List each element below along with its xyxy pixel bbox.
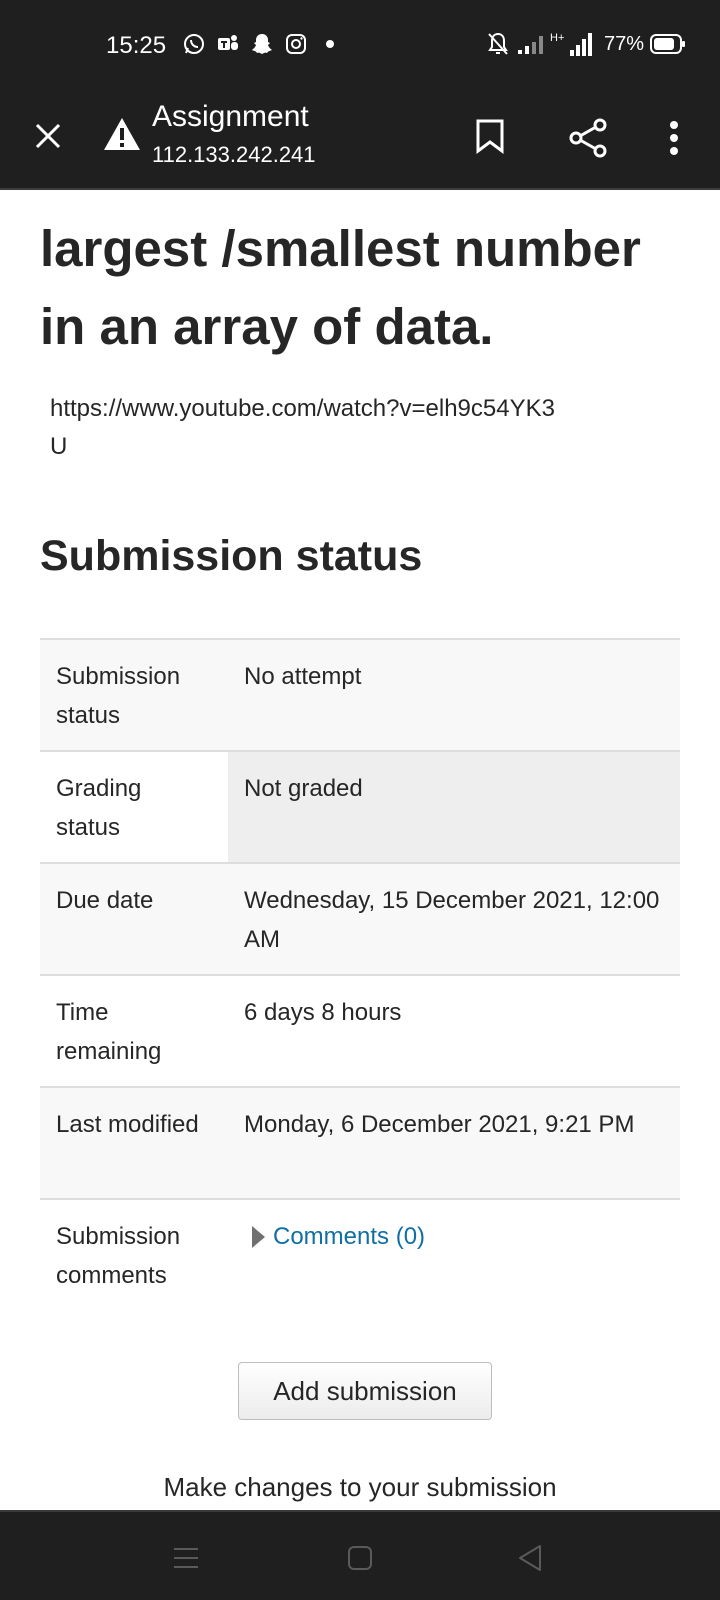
add-submission-button[interactable]: Add submission	[238, 1362, 492, 1420]
submission-status-table: Submission status No attempt Grading sta…	[40, 638, 680, 1311]
assignment-heading: largest /smallest number in an array of …	[40, 220, 641, 355]
row-label-time-remaining: Time remaining	[40, 975, 228, 1087]
row-value-submission-status: No attempt	[228, 639, 680, 751]
back-triangle-icon	[519, 1545, 541, 1571]
notification-icons	[182, 32, 342, 56]
more-options-button[interactable]	[654, 112, 694, 164]
table-row: Submission status No attempt	[40, 639, 680, 751]
mute-bell-icon	[488, 32, 508, 55]
home-square-icon	[348, 1546, 372, 1570]
signal-weak-icon	[518, 36, 543, 54]
status-time: 15:25	[106, 32, 167, 59]
instagram-icon	[286, 34, 306, 54]
row-label-submission-comments: Submission comments	[40, 1199, 228, 1311]
page-url[interactable]: 112.133.242.241	[152, 142, 316, 168]
bookmark-icon	[476, 119, 504, 154]
make-changes-text: Make changes to your submission	[163, 1472, 557, 1502]
share-icon	[569, 118, 607, 158]
row-value-last-modified: Monday, 6 December 2021, 9:21 PM	[228, 1087, 680, 1199]
youtube-link-text: https://www.youtube.com/watch?v=elh9c54Y…	[50, 395, 555, 460]
table-row: Grading status Not graded	[40, 751, 680, 863]
system-navigation-bar	[0, 1510, 720, 1600]
more-vertical-icon	[670, 121, 678, 155]
more-notifications-dot-icon	[326, 40, 334, 48]
connection-warning-button[interactable]	[102, 114, 142, 154]
battery-icon	[650, 34, 686, 54]
submission-status-title: Submission status	[40, 532, 423, 580]
row-label-last-modified: Last modified	[40, 1087, 228, 1199]
row-label-submission-status: Submission status	[40, 639, 228, 751]
recent-apps-button[interactable]	[162, 1534, 210, 1582]
warning-triangle-icon	[104, 118, 140, 150]
battery-percent: 77%	[604, 32, 645, 55]
table-row: Submission comments Comments (0)	[40, 1199, 680, 1311]
system-status-icons: H+ 77%	[486, 30, 686, 58]
bookmark-button[interactable]	[466, 112, 514, 160]
row-value-submission-comments: Comments (0)	[228, 1199, 680, 1311]
row-value-due-date: Wednesday, 15 December 2021, 12:00 AM	[228, 863, 680, 975]
network-type-label: H+	[550, 32, 564, 44]
close-tab-button[interactable]	[24, 112, 72, 160]
browser-toolbar: Assignment 112.133.242.241	[0, 92, 720, 190]
page-content: largest /smallest number in an array of …	[0, 192, 720, 1510]
snapchat-icon	[252, 34, 272, 54]
back-button[interactable]	[506, 1534, 554, 1582]
row-value-grading-status: Not graded	[228, 751, 680, 863]
table-row: Last modified Monday, 6 December 2021, 9…	[40, 1087, 680, 1199]
table-row: Due date Wednesday, 15 December 2021, 12…	[40, 863, 680, 975]
row-value-time-remaining: 6 days 8 hours	[228, 975, 680, 1087]
comments-toggle-link[interactable]: Comments (0)	[252, 1217, 425, 1256]
comments-link-label: Comments (0)	[273, 1223, 426, 1250]
row-label-grading-status: Grading status	[40, 751, 228, 863]
signal-hplus-icon: H+	[550, 32, 592, 56]
row-label-due-date: Due date	[40, 863, 228, 975]
share-button[interactable]	[562, 112, 614, 164]
whatsapp-icon	[184, 34, 204, 54]
status-bar: 15:25 H+ 77%	[0, 0, 720, 92]
recent-apps-icon	[174, 1548, 198, 1568]
close-icon	[35, 123, 61, 149]
teams-icon	[218, 35, 238, 50]
page-title: Assignment	[152, 100, 309, 133]
expand-triangle-icon	[252, 1225, 265, 1248]
home-button[interactable]	[336, 1534, 384, 1582]
table-row: Time remaining 6 days 8 hours	[40, 975, 680, 1087]
